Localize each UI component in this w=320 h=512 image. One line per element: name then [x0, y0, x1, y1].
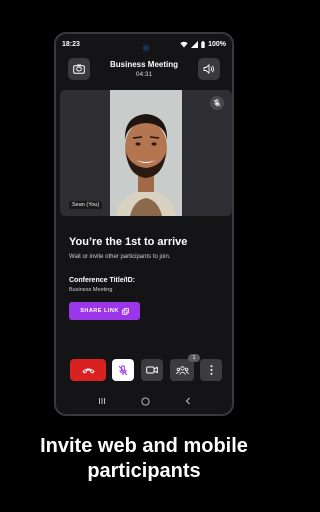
recents-icon[interactable]	[98, 397, 106, 405]
wifi-icon	[180, 41, 188, 47]
caption-line-1: Invite web and mobile	[40, 435, 248, 457]
share-link-label: SHARE LINK	[80, 308, 119, 314]
video-camera-icon	[146, 366, 158, 374]
more-vertical-icon	[210, 365, 212, 375]
call-timer: 04:31	[135, 71, 153, 78]
lobby-subtitle: Wait or invite other participants to joi…	[69, 254, 171, 260]
camera-switch-icon	[73, 64, 85, 74]
copy-icon	[121, 307, 129, 315]
battery-level: 100%	[208, 40, 226, 48]
participant-avatar	[110, 90, 182, 216]
conference-label: Conference Title/ID:	[69, 277, 135, 284]
battery-icon	[201, 40, 205, 48]
home-icon[interactable]	[140, 396, 150, 406]
share-link-button[interactable]: SHARE LINK	[69, 302, 140, 320]
mic-off-icon	[213, 99, 221, 107]
tile-mute-indicator	[210, 96, 224, 110]
end-call-button[interactable]	[70, 359, 106, 381]
caption-line-2: participants	[87, 460, 201, 482]
android-nav-bar	[56, 394, 232, 408]
participants-icon	[175, 365, 189, 375]
lobby-title: You’re the 1st to arrive	[69, 236, 188, 248]
status-bar: 18:23 100%	[62, 38, 226, 50]
back-icon[interactable]	[185, 397, 191, 405]
status-icons: 100%	[180, 40, 226, 48]
speaker-button[interactable]	[198, 58, 220, 80]
participants-count-badge: 1	[188, 354, 200, 362]
more-options-button[interactable]	[200, 359, 222, 381]
participant-video	[110, 90, 182, 216]
toggle-camera-button[interactable]	[141, 359, 163, 381]
switch-camera-button[interactable]	[68, 58, 90, 80]
signal-icon	[191, 40, 199, 48]
call-header: Business Meeting 04:31	[56, 56, 232, 82]
participants-button[interactable]	[170, 359, 194, 381]
phone-frame: 18:23 100% Business Meeting 04:31 Sean (…	[54, 32, 234, 416]
meeting-title: Business Meeting	[109, 60, 178, 69]
mic-off-icon	[118, 364, 128, 375]
phone-hangup-icon	[81, 368, 95, 374]
promo-caption: Invite web and mobile participants	[0, 434, 288, 484]
status-time: 18:23	[62, 40, 80, 48]
mute-mic-button[interactable]	[112, 359, 134, 381]
conference-value: Business Meeting	[69, 287, 113, 293]
participant-name-tag: Sean (You)	[69, 201, 103, 209]
call-controls	[56, 359, 232, 381]
speaker-icon	[203, 64, 214, 74]
self-video-tile: Sean (You)	[60, 90, 232, 216]
